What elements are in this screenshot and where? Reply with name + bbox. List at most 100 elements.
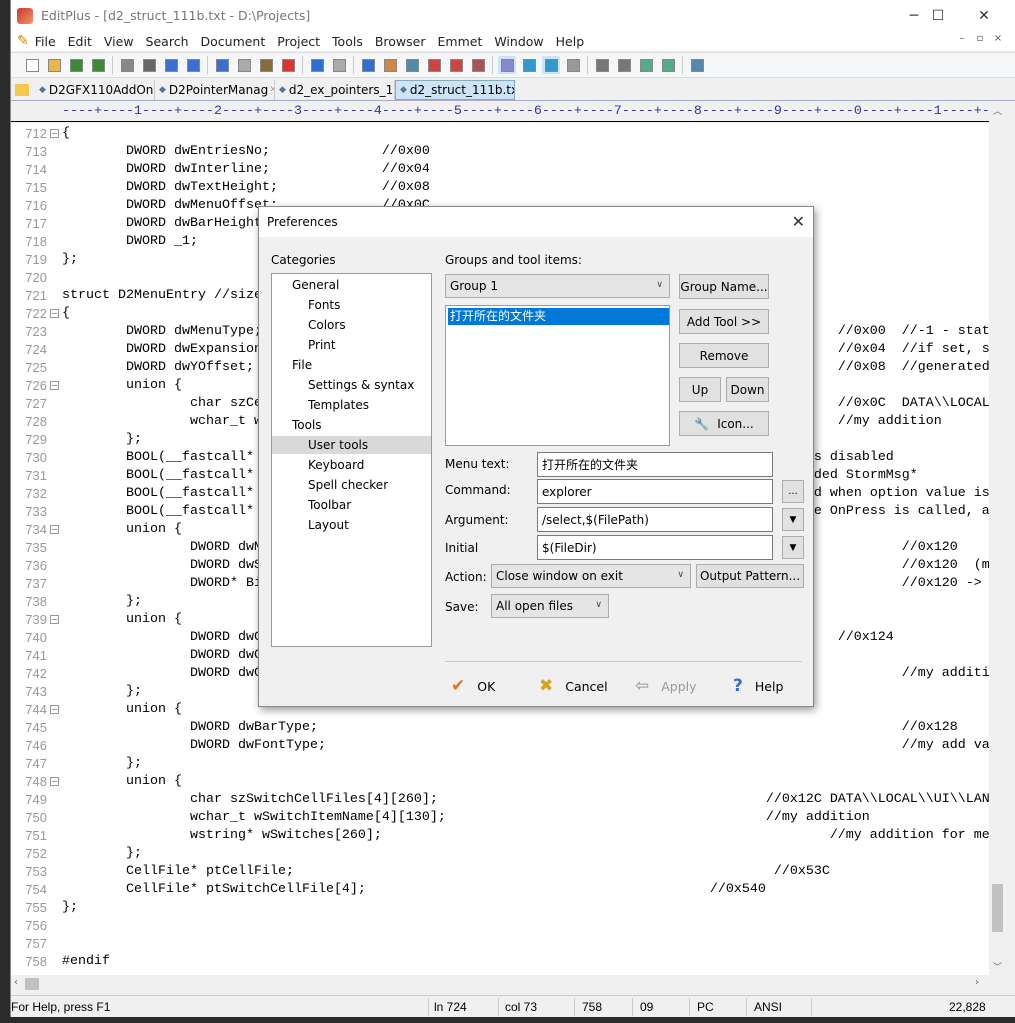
fold-collapse-icon[interactable]: − <box>50 615 59 624</box>
ok-button[interactable]: ✔ OK <box>451 675 495 697</box>
save-select[interactable]: All open files ∨ <box>491 594 609 618</box>
save-all-icon[interactable] <box>89 56 107 74</box>
code-line[interactable]: 756 <box>11 917 989 935</box>
menu-text-input[interactable]: 打开所在的文件夹 <box>537 452 773 477</box>
categories-tree[interactable]: General Fonts Colors Print File Settings & sy… <box>271 273 432 647</box>
word-wrap-icon[interactable] <box>498 56 516 74</box>
category-toolbar[interactable]: Toolbar <box>308 496 351 514</box>
cliptext-icon[interactable] <box>593 56 611 74</box>
settings-icon[interactable] <box>564 56 582 74</box>
menu-view[interactable]: View <box>98 34 140 49</box>
category-user-tools[interactable]: User tools <box>272 436 431 454</box>
replace-icon[interactable] <box>381 56 399 74</box>
code-line[interactable]: 745 DWORD dwBarType; //0x128 <box>11 719 989 737</box>
mdi-close-button[interactable]: × <box>990 33 1006 47</box>
open-icon[interactable] <box>45 56 63 74</box>
initial-variables-dropdown[interactable]: ▼ <box>782 536 804 559</box>
print-preview-icon[interactable] <box>118 56 136 74</box>
code-line[interactable]: 758 #endif <box>11 953 989 971</box>
code-line[interactable]: 751 wstring* wSwitches[260]; //my additio… <box>11 827 989 845</box>
menu-window[interactable]: Window <box>488 34 549 49</box>
menu-document[interactable]: Document <box>195 34 272 49</box>
fold-collapse-icon[interactable]: − <box>50 777 59 786</box>
code-line[interactable]: 712−{ <box>11 125 989 143</box>
maximize-button[interactable]: ☐ <box>916 0 960 31</box>
find-in-files-icon[interactable] <box>403 56 421 74</box>
cancel-button[interactable]: ✖ Cancel <box>539 675 608 697</box>
spell-check-icon[interactable] <box>162 56 180 74</box>
code-line[interactable]: 755}; <box>11 899 989 917</box>
tab-d2pointermanag[interactable]: ◆D2PointerManag✕ <box>155 80 275 100</box>
code-line[interactable]: 749 char szSwitchCellFiles[4][260]; //0x1… <box>11 791 989 809</box>
menu-emmet[interactable]: Emmet <box>432 34 489 49</box>
help-button[interactable]: ? Help <box>733 675 783 697</box>
cut-icon[interactable] <box>213 56 231 74</box>
fold-collapse-icon[interactable]: − <box>50 525 59 534</box>
code-line[interactable]: 746 DWORD dwFontType; //my add va <box>11 737 989 755</box>
group-select[interactable]: Group 1 ∨ <box>445 274 670 298</box>
tab-d2-struct-111b[interactable]: ◆d2_struct_111b.txt✕ <box>395 80 515 100</box>
save-icon[interactable] <box>67 56 85 74</box>
vertical-scrollbar[interactable]: ︿ ﹀ <box>989 102 1006 975</box>
copy-icon[interactable] <box>235 56 253 74</box>
scroll-down-icon[interactable]: ﹀ <box>993 960 1002 973</box>
icon-button[interactable]: 🔧 Icon... <box>679 411 769 436</box>
code-line[interactable]: 713 DWORD dwEntriesNo; //0x00 <box>11 143 989 161</box>
category-print[interactable]: Print <box>308 336 336 354</box>
down-button[interactable]: Down <box>726 377 769 402</box>
menu-browser[interactable]: Browser <box>369 34 432 49</box>
category-templates[interactable]: Templates <box>308 396 369 414</box>
group-name-button[interactable]: Group Name... <box>679 274 769 299</box>
code-line[interactable]: 714 DWORD dwInterline; //0x04 <box>11 161 989 179</box>
menu-tools[interactable]: Tools <box>326 34 369 49</box>
horizontal-scroll-thumb[interactable] <box>25 978 39 990</box>
mdi-restore-button[interactable]: ▫ <box>972 33 988 47</box>
initial-directory-input[interactable]: $(FileDir) <box>537 535 773 560</box>
menu-edit[interactable]: Edit <box>62 34 98 49</box>
dialog-close-button[interactable]: ✕ <box>792 212 805 231</box>
menu-search[interactable]: Search <box>140 34 195 49</box>
scroll-up-icon[interactable]: ︿ <box>993 104 1002 117</box>
fold-collapse-icon[interactable]: − <box>50 381 59 390</box>
undo-icon[interactable] <box>308 56 326 74</box>
fold-collapse-icon[interactable]: − <box>50 309 59 318</box>
code-line[interactable]: 752 }; <box>11 845 989 863</box>
category-general[interactable]: General <box>292 276 339 294</box>
category-tools[interactable]: Tools <box>292 416 322 434</box>
category-file[interactable]: File <box>292 356 312 374</box>
folder-icon[interactable] <box>15 84 29 96</box>
user-tool-icon[interactable] <box>659 56 677 74</box>
code-line[interactable]: 754 CellFile* ptSwitchCellFile[4]; //0x54… <box>11 881 989 899</box>
argument-input[interactable]: /select,$(FilePath) <box>537 507 773 532</box>
fold-collapse-icon[interactable]: − <box>50 129 59 138</box>
category-keyboard[interactable]: Keyboard <box>308 456 364 474</box>
menu-help[interactable]: Help <box>550 34 591 49</box>
redo-icon[interactable] <box>330 56 348 74</box>
command-input[interactable]: explorer <box>537 479 773 504</box>
menu-project[interactable]: Project <box>271 34 326 49</box>
apply-button[interactable]: ⇦ Apply <box>635 675 697 697</box>
hex-icon[interactable] <box>469 56 487 74</box>
category-colors[interactable]: Colors <box>308 316 346 334</box>
category-spell-checker[interactable]: Spell checker <box>308 476 388 494</box>
mdi-minimize-button[interactable]: – <box>954 33 970 47</box>
column-select-icon[interactable] <box>542 56 560 74</box>
output-pattern-button[interactable]: Output Pattern... <box>696 564 804 588</box>
horizontal-scrollbar[interactable]: ‹ › <box>11 975 1006 993</box>
action-select[interactable]: Close window on exit ∨ <box>491 564 691 588</box>
go-to-icon[interactable] <box>425 56 443 74</box>
tab-d2-ex-pointers[interactable]: ◆d2_ex_pointers_1✕ <box>275 80 395 100</box>
code-line[interactable]: 753 CellFile* ptCellFile; //0x53C <box>11 863 989 881</box>
code-line[interactable]: 748− union { <box>11 773 989 791</box>
code-line[interactable]: 757 <box>11 935 989 953</box>
delete-icon[interactable] <box>279 56 297 74</box>
argument-variables-dropdown[interactable]: ▼ <box>782 508 804 531</box>
output-icon[interactable] <box>637 56 655 74</box>
category-settings-syntax[interactable]: Settings & syntax <box>308 376 414 394</box>
scroll-right-icon[interactable]: › <box>975 977 979 988</box>
menu-file[interactable]: File <box>29 34 62 49</box>
remove-button[interactable]: Remove <box>679 343 769 368</box>
tab-d2gfx110addon[interactable]: ◆D2GFX110AddOn✕ <box>35 80 155 100</box>
browse-button[interactable]: ... <box>782 480 804 503</box>
browser-preview-icon[interactable] <box>184 56 202 74</box>
